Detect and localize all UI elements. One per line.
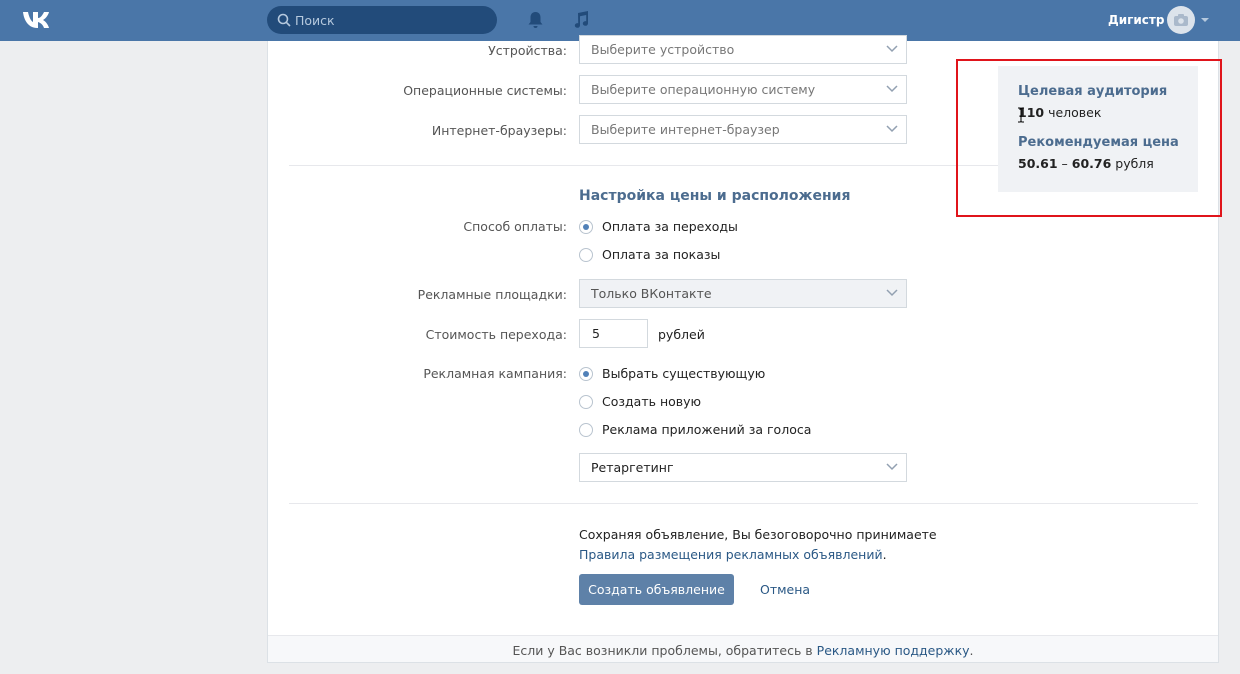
footer-period: .: [969, 643, 974, 658]
bell-icon[interactable]: [527, 11, 544, 29]
username[interactable]: Дигистр: [1108, 13, 1164, 27]
devices-label: Устройства:: [488, 43, 567, 58]
radio-label: Создать новую: [602, 394, 702, 409]
ad-platforms-value: Только ВКонтакте: [591, 286, 712, 301]
pricing-section-title: Настройка цены и расположения: [579, 188, 851, 204]
vk-logo-icon[interactable]: [22, 9, 56, 31]
radio-button[interactable]: [579, 367, 593, 381]
ad-rules-link-wrap: Правила размещения рекламных объявлений.: [579, 547, 887, 562]
campaign-select-value: Ретаргетинг: [591, 460, 674, 475]
create-ad-button[interactable]: Создать объявление: [579, 574, 734, 605]
ad-platforms-select[interactable]: Только ВКонтакте: [579, 279, 907, 308]
browsers-label: Интернет-браузеры:: [431, 123, 567, 138]
chevron-down-icon: [886, 463, 898, 471]
chevron-down-icon: [886, 45, 898, 53]
radio-button[interactable]: [579, 220, 593, 234]
support-link[interactable]: Рекламную поддержку: [817, 643, 970, 658]
cancel-link[interactable]: Отмена: [760, 582, 810, 597]
os-select[interactable]: Выберите операционную систему: [579, 75, 907, 104]
music-icon[interactable]: [572, 10, 590, 29]
chevron-down-icon: [886, 289, 898, 297]
footer-text: Если у Вас возникли проблемы, обратитесь…: [512, 643, 817, 658]
avatar[interactable]: [1167, 6, 1195, 34]
payment-method-label: Способ оплаты:: [463, 219, 567, 234]
search-input[interactable]: [295, 6, 490, 34]
chevron-down-icon: [886, 125, 898, 133]
section-divider: [289, 503, 1198, 504]
agreement-text: Сохраняя объявление, Вы безоговорочно пр…: [579, 527, 937, 542]
radio-button[interactable]: [579, 395, 593, 409]
search-box[interactable]: [267, 6, 497, 34]
highlight-frame: [956, 59, 1222, 217]
devices-select-value: Выберите устройство: [591, 42, 735, 57]
os-select-value: Выберите операционную систему: [591, 82, 816, 97]
radio-button[interactable]: [579, 423, 593, 437]
ad-rules-link[interactable]: Правила размещения рекламных объявлений: [579, 547, 883, 562]
radio-label: Реклама приложений за голоса: [602, 422, 812, 437]
browsers-select[interactable]: Выберите интернет-браузер: [579, 115, 907, 144]
click-cost-unit: рублей: [658, 327, 705, 342]
campaign-select[interactable]: Ретаргетинг: [579, 453, 907, 482]
search-icon: [277, 13, 291, 27]
radio-label: Оплата за переходы: [602, 219, 738, 234]
footer: Если у Вас возникли проблемы, обратитесь…: [268, 635, 1218, 662]
ad-campaign-label: Рекламная кампания:: [423, 366, 567, 381]
radio-label: Выбрать существующую: [602, 366, 766, 381]
radio-button[interactable]: [579, 248, 593, 262]
camera-icon: [1174, 14, 1188, 26]
browsers-select-value: Выберите интернет-браузер: [591, 122, 780, 137]
caret-down-icon[interactable]: [1201, 18, 1209, 22]
rules-period: .: [882, 547, 887, 562]
chevron-down-icon: [886, 85, 898, 93]
devices-select[interactable]: Выберите устройство: [579, 35, 907, 64]
click-cost-label: Стоимость перехода:: [425, 327, 567, 342]
ad-platforms-label: Рекламные площадки:: [417, 287, 567, 302]
os-label: Операционные системы:: [403, 83, 567, 98]
radio-label: Оплата за показы: [602, 247, 721, 262]
click-cost-input[interactable]: [579, 319, 648, 348]
